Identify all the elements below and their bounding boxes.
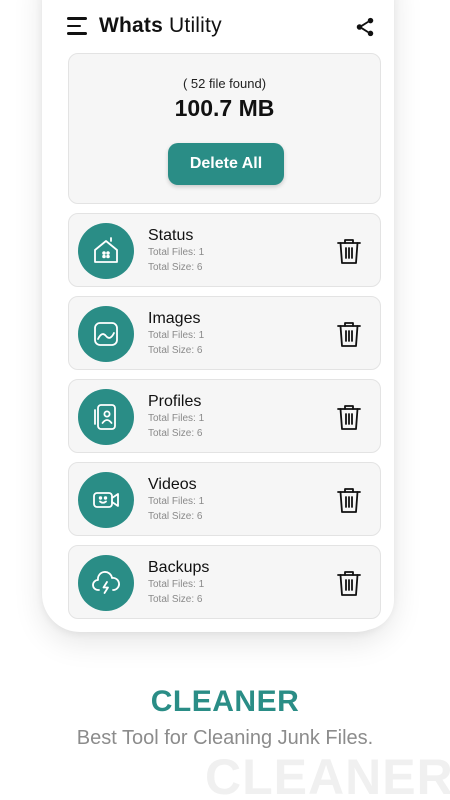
cloud-backup-icon [78,555,134,611]
trash-icon[interactable] [336,237,362,265]
category-list: Status Total Files: 1 Total Size: 6 Imag… [68,213,381,628]
item-total-files: Total Files: 1 [148,579,205,590]
trash-icon[interactable] [336,569,362,597]
item-total-size: Total Size: 6 [148,345,203,356]
item-total-files: Total Files: 1 [148,247,205,258]
share-icon[interactable] [354,16,376,38]
list-item-images[interactable]: Images Total Files: 1 Total Size: 6 [68,296,381,370]
files-found-text: ( 52 file found) [182,76,267,91]
list-item-profiles[interactable]: Profiles Total Files: 1 Total Size: 6 [68,379,381,453]
item-total-size: Total Size: 6 [148,262,203,273]
caption-title: CLEANER [150,685,300,718]
list-item-backups[interactable]: Backups Total Files: 1 Total Size: 6 [68,545,381,619]
total-size-text: 100.7 MB [174,95,275,121]
caption-subtitle: Best Tool for Cleaning Junk Files. [76,727,374,749]
trash-icon[interactable] [336,320,362,348]
item-total-size: Total Size: 6 [148,511,203,522]
app-title-bold: Whats [99,14,163,37]
item-name: Profiles [148,393,202,410]
status-home-icon [78,223,134,279]
item-name: Images [148,310,201,327]
delete-all-button[interactable]: Delete All [168,143,284,185]
image-icon [78,306,134,362]
list-item-status[interactable]: Status Total Files: 1 Total Size: 6 [68,213,381,287]
list-item-videos[interactable]: Videos Total Files: 1 Total Size: 6 [68,462,381,536]
item-name: Videos [148,476,197,493]
item-total-files: Total Files: 1 [148,413,205,424]
app-title: Whats Utility [99,14,222,38]
item-total-size: Total Size: 6 [148,428,203,439]
trash-icon[interactable] [336,403,362,431]
profile-icon [78,389,134,445]
watermark-text: CLEANER [205,749,450,800]
item-name: Status [148,227,194,244]
menu-icon[interactable] [67,17,89,35]
item-total-size: Total Size: 6 [148,594,203,605]
summary-card: ( 52 file found) 100.7 MB Delete All [68,53,381,204]
trash-icon[interactable] [336,486,362,514]
app-bar: Whats Utility [57,0,394,54]
app-screen: Whats Utility ( 52 file found) 100.7 MB … [57,0,394,630]
item-total-files: Total Files: 1 [148,496,205,507]
item-name: Backups [148,559,210,576]
video-icon [78,472,134,528]
app-title-regular: Utility [169,14,222,37]
item-total-files: Total Files: 1 [148,330,205,341]
